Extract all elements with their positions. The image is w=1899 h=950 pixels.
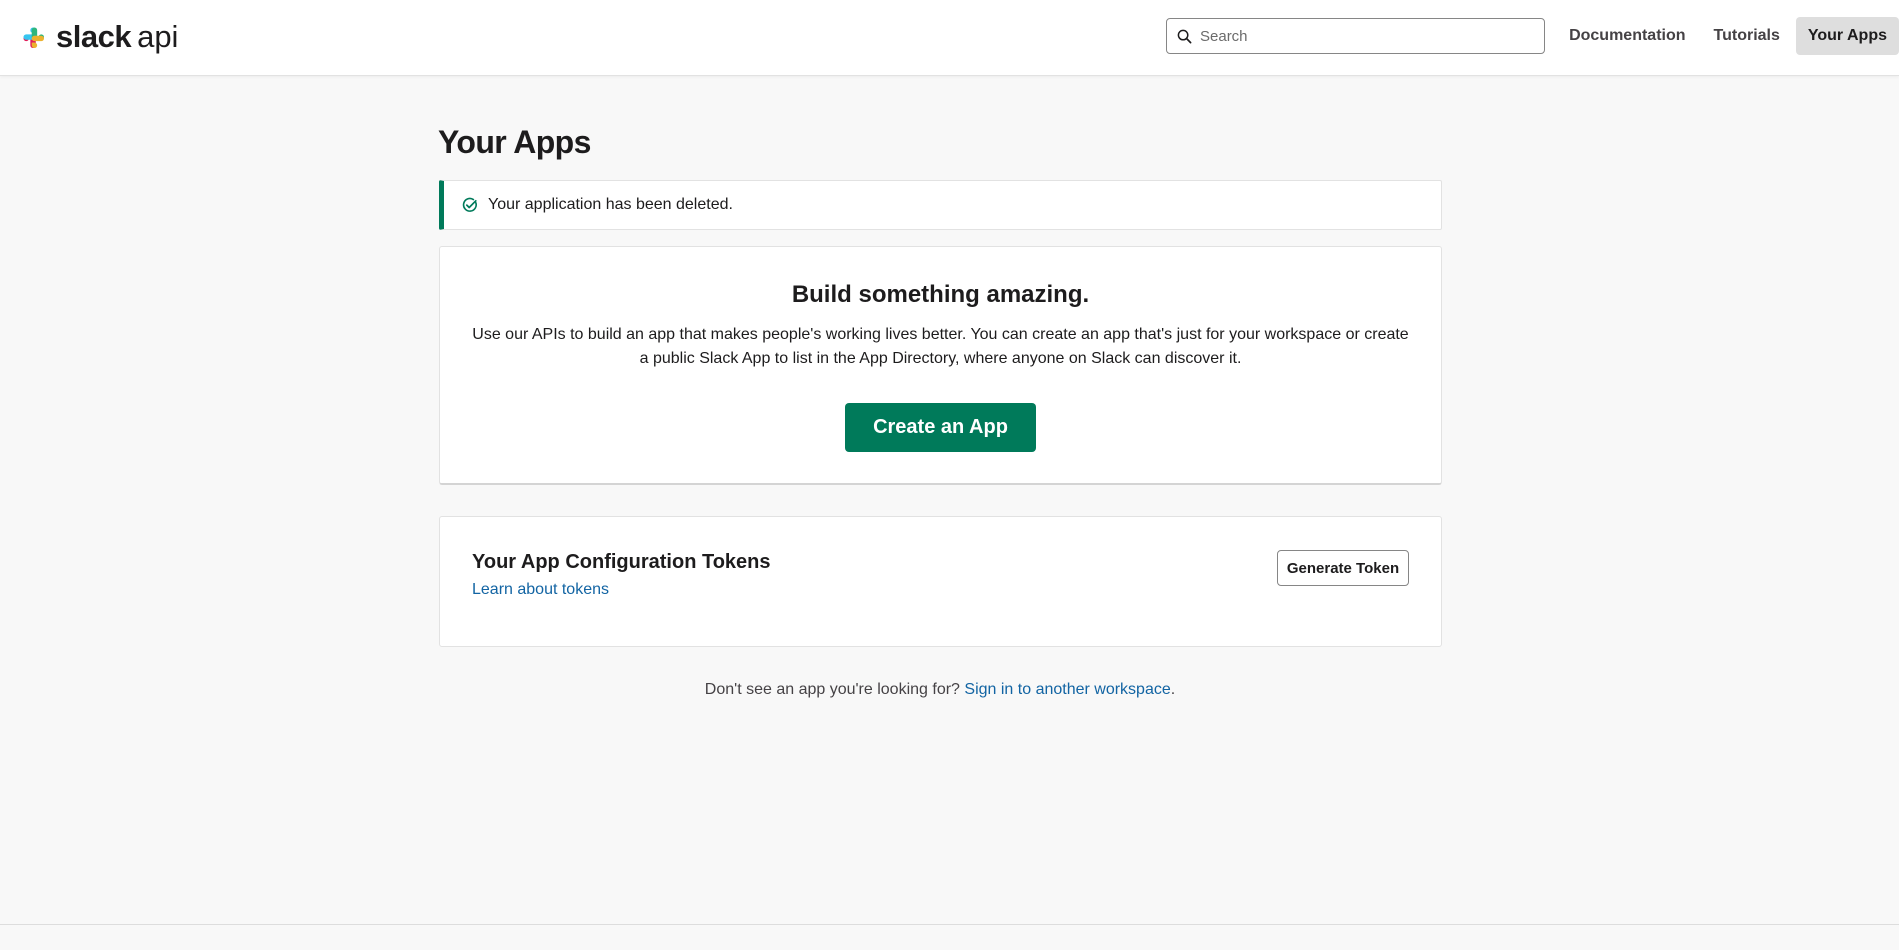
- brand-name: slack: [56, 19, 132, 54]
- top-navigation-bar: slack api Documentation Tutorials Your A…: [0, 0, 1899, 76]
- learn-about-tokens-link[interactable]: Learn about tokens: [472, 581, 609, 599]
- config-tokens-card: Your App Configuration Tokens Learn abou…: [439, 516, 1442, 647]
- check-circle-icon: [462, 197, 477, 212]
- search-box[interactable]: [1166, 18, 1545, 54]
- page-title: Your Apps: [438, 124, 591, 160]
- footer-note: Don't see an app you're looking for? Sig…: [0, 681, 1880, 699]
- footer-suffix: .: [1170, 681, 1176, 698]
- main-nav: Documentation Tutorials Your Apps: [1553, 17, 1899, 55]
- nav-documentation[interactable]: Documentation: [1557, 17, 1697, 55]
- slack-api-logo[interactable]: slack api: [18, 19, 179, 54]
- slack-logo-icon: [23, 27, 45, 48]
- build-card: Build something amazing. Use our APIs to…: [439, 246, 1442, 485]
- footer-prefix: Don't see an app you're looking for?: [704, 681, 960, 698]
- alert-message: Your application has been deleted.: [488, 196, 733, 213]
- nav-tutorials[interactable]: Tutorials: [1702, 17, 1792, 55]
- tokens-heading: Your App Configuration Tokens: [472, 551, 771, 573]
- sign-in-workspace-link[interactable]: Sign in to another workspace: [964, 681, 1170, 698]
- create-app-button[interactable]: Create an App: [845, 403, 1036, 452]
- build-description: Use our APIs to build an app that makes …: [472, 326, 1409, 367]
- bottom-divider: [0, 924, 1899, 925]
- nav-your-apps[interactable]: Your Apps: [1795, 17, 1899, 55]
- generate-token-button[interactable]: Generate Token: [1277, 550, 1409, 586]
- success-alert: Your application has been deleted.: [439, 180, 1442, 230]
- brand-suffix: api: [137, 19, 179, 54]
- build-heading: Build something amazing.: [791, 281, 1090, 308]
- search-icon: [1177, 29, 1192, 43]
- search-input[interactable]: [1200, 27, 1520, 45]
